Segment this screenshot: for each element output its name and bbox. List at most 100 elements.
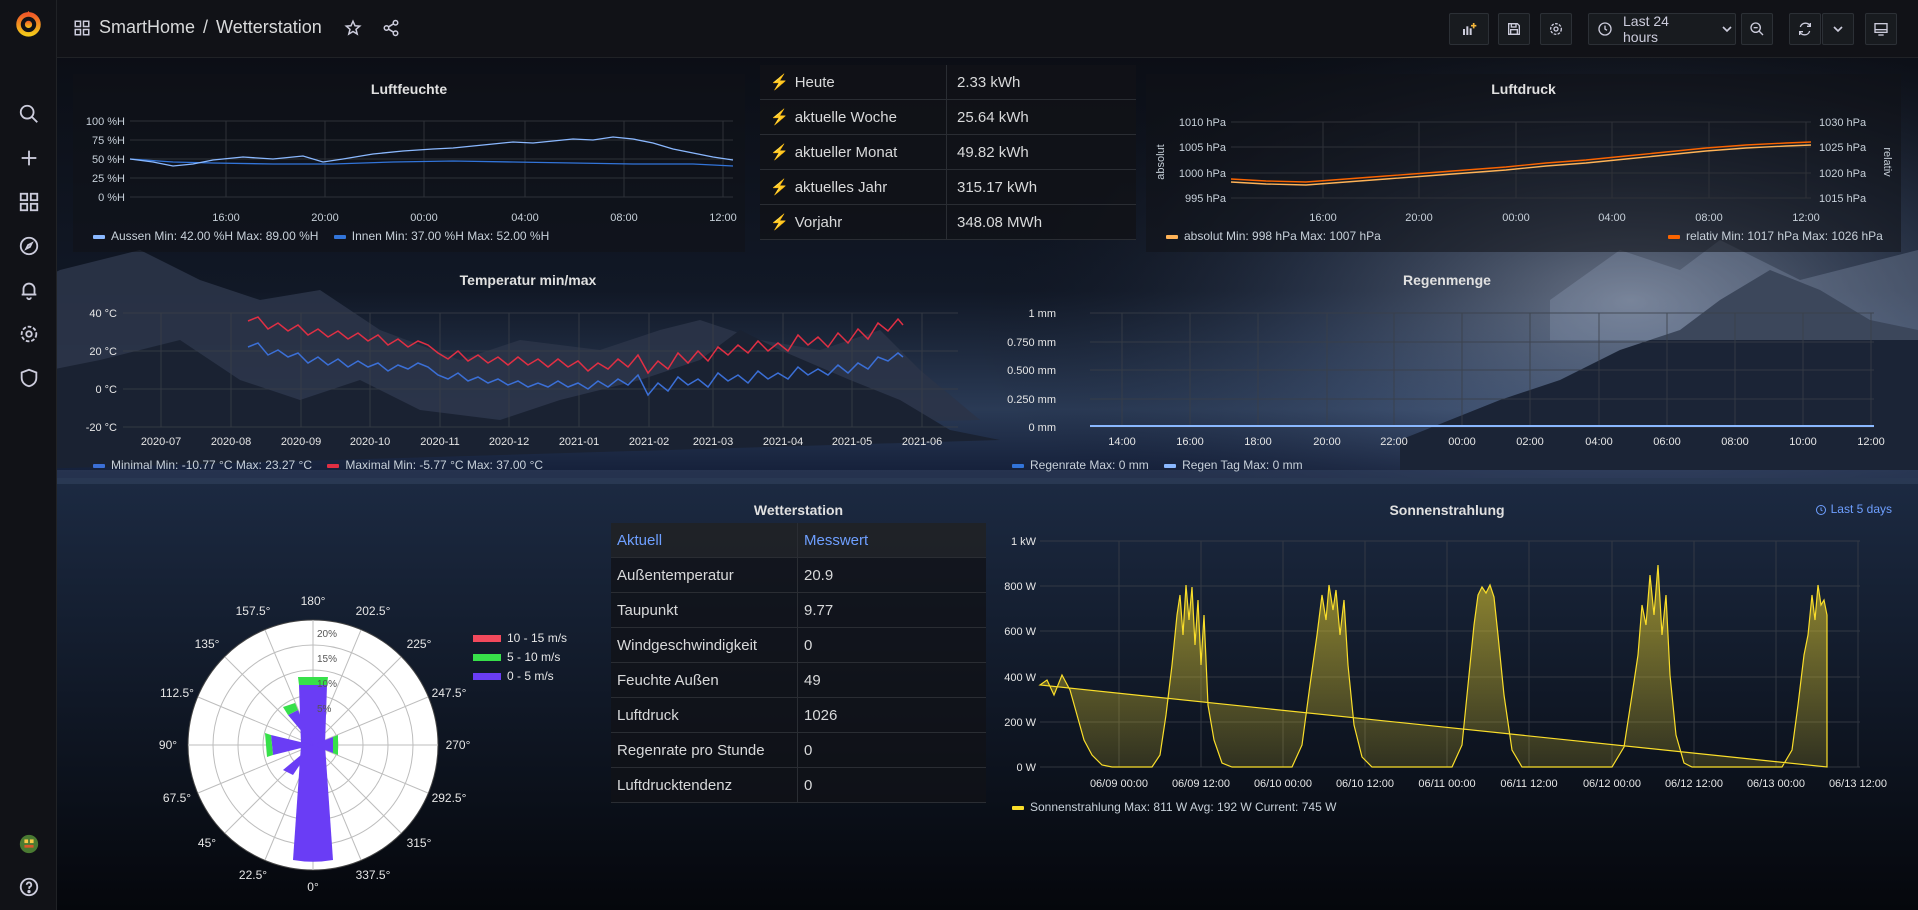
- solar-x-tick: 06/12 12:00: [1665, 778, 1723, 790]
- pressure-legend-absolut[interactable]: absolut Min: 998 hPa Max: 1007 hPa: [1166, 229, 1381, 243]
- windrose-direction-label: 292.5°: [432, 791, 467, 805]
- station-label: Regenrate pro Stunde: [617, 741, 765, 759]
- column-header[interactable]: Messwert: [797, 522, 986, 558]
- tv-mode-button[interactable]: [1865, 13, 1897, 45]
- humidity-y-tick: 0 %H: [98, 192, 125, 204]
- humidity-series-innen: [129, 158, 734, 167]
- pressure-y-left-tick: 1000 hPa: [1179, 168, 1227, 180]
- rain-x-tick: 02:00: [1516, 436, 1544, 448]
- configuration-icon[interactable]: [16, 321, 42, 347]
- rain-x-tick: 18:00: [1244, 436, 1272, 448]
- windrose-direction-label: 45°: [198, 836, 216, 850]
- legend-item-minimal[interactable]: Minimal Min: -10.77 °C Max: 23.27 °C: [93, 458, 312, 472]
- windrose-legend-label[interactable]: 5 - 10 m/s: [507, 650, 560, 664]
- solar-x-tick: 06/11 12:00: [1500, 778, 1557, 790]
- legend-item-regenrate[interactable]: Regenrate Max: 0 mm: [1012, 458, 1149, 472]
- solar-y-tick: 800 W: [1004, 581, 1036, 593]
- energy-label: aktueller Monat: [794, 144, 898, 161]
- legend-item-aussen[interactable]: Aussen Min: 42.00 %H Max: 89.00 %H: [93, 229, 318, 243]
- humidity-x-tick: 04:00: [511, 212, 539, 224]
- humidity-x-tick: 08:00: [610, 212, 638, 224]
- time-range-picker[interactable]: Last 24 hours: [1588, 13, 1736, 45]
- solar-x-tick: 06/13 12:00: [1829, 778, 1887, 790]
- dashboards-grid-icon[interactable]: [73, 19, 91, 37]
- windrose-legend-label[interactable]: 10 - 15 m/s: [507, 631, 567, 645]
- breadcrumb-folder[interactable]: SmartHome: [99, 17, 195, 38]
- windrose-ring-label: 20%: [317, 629, 337, 640]
- windrose-legend-swatch: [473, 635, 501, 642]
- chevron-down-icon: [1719, 21, 1735, 37]
- energy-label: Vorjahr: [794, 214, 843, 231]
- windrose-legend-swatch: [473, 673, 501, 680]
- table-row: ⚡ aktueller Monat 49.82 kWh: [760, 134, 1136, 170]
- pressure-panel-title[interactable]: Luftdruck: [1146, 74, 1901, 104]
- rain-x-tick: 00:00: [1448, 436, 1476, 448]
- time-range-label: Last 24 hours: [1623, 13, 1669, 45]
- windrose-ring-label: 10%: [317, 679, 337, 690]
- solar-time-override[interactable]: Last 5 days: [1815, 502, 1892, 516]
- column-header[interactable]: Aktuell: [611, 532, 797, 549]
- station-value: 0: [797, 767, 986, 803]
- solar-x-tick: 06/09 00:00: [1090, 778, 1148, 790]
- solar-panel-title[interactable]: Sonnenstrahlung: [992, 495, 1902, 525]
- rain-panel-title[interactable]: Regenmenge: [992, 265, 1902, 295]
- energy-label: aktuelles Jahr: [794, 179, 888, 196]
- legend-item-regen-tag[interactable]: Regen Tag Max: 0 mm: [1164, 458, 1303, 472]
- windrose-direction-label: 315°: [407, 836, 432, 850]
- pressure-y-left-tick: 1005 hPa: [1179, 142, 1227, 154]
- bolt-icon: ⚡: [770, 109, 789, 126]
- energy-value: 315.17 kWh: [946, 169, 1136, 205]
- solar-legend-item[interactable]: Sonnenstrahlung Max: 811 W Avg: 192 W Cu…: [1012, 800, 1336, 814]
- search-icon[interactable]: [16, 101, 42, 127]
- refresh-button[interactable]: [1789, 13, 1821, 45]
- save-dashboard-button[interactable]: [1498, 13, 1530, 45]
- help-icon[interactable]: [16, 874, 42, 900]
- star-icon[interactable]: [344, 18, 362, 37]
- windrose-direction-label: 0°: [307, 880, 319, 894]
- sidebar: [0, 0, 57, 910]
- dashboard-title[interactable]: Wetterstation: [216, 17, 322, 38]
- table-row: ⚡ aktuelles Jahr 315.17 kWh: [760, 169, 1136, 205]
- station-panel-title[interactable]: Wetterstation: [611, 495, 986, 525]
- legend-item-maximal[interactable]: Maximal Min: -5.77 °C Max: 37.00 °C: [327, 458, 543, 472]
- pressure-x-tick: 04:00: [1598, 212, 1626, 224]
- station-label: Feuchte Außen: [617, 671, 719, 689]
- dashboards-icon[interactable]: [16, 189, 42, 215]
- rain-x-tick: 22:00: [1380, 436, 1408, 448]
- user-avatar[interactable]: [16, 831, 42, 857]
- station-label: Außentemperatur: [617, 566, 734, 584]
- pressure-legend-relativ[interactable]: relativ Min: 1017 hPa Max: 1026 hPa: [1668, 229, 1883, 243]
- plus-icon[interactable]: [16, 145, 42, 171]
- alerting-icon[interactable]: [16, 277, 42, 303]
- windrose-direction-label: 112.5°: [160, 686, 194, 700]
- station-value: 0: [797, 732, 986, 768]
- pressure-y-left-tick: 995 hPa: [1185, 193, 1227, 205]
- windrose-direction-label: 90°: [159, 738, 177, 752]
- energy-value: 49.82 kWh: [946, 134, 1136, 170]
- station-label: Luftdrucktendenz: [617, 776, 733, 794]
- dashboard-settings-button[interactable]: [1540, 13, 1572, 45]
- temperature-x-tick: 2020-10: [350, 436, 390, 448]
- add-panel-button[interactable]: [1449, 13, 1489, 45]
- humidity-x-tick: 12:00: [709, 212, 737, 224]
- zoom-out-button[interactable]: [1741, 13, 1773, 45]
- pressure-panel: Luftdruck 1010 hPa 1005 hPa 1000 hPa 995…: [1146, 74, 1901, 252]
- windrose-direction-label: 67.5°: [163, 791, 191, 805]
- grafana-logo-icon[interactable]: [14, 9, 43, 38]
- windrose-legend-label[interactable]: 0 - 5 m/s: [507, 669, 554, 683]
- temperature-panel-title[interactable]: Temperatur min/max: [73, 265, 983, 295]
- humidity-x-tick: 00:00: [410, 212, 438, 224]
- explore-icon[interactable]: [16, 233, 42, 259]
- rain-panel: Regenmenge 1 mm 0.750 mm 0.500 mm 0.250 …: [992, 265, 1902, 480]
- humidity-panel-title[interactable]: Luftfeuchte: [73, 74, 745, 104]
- temperature-x-tick: 2020-11: [420, 436, 460, 448]
- bolt-icon: ⚡: [770, 144, 789, 161]
- pressure-x-tick: 16:00: [1309, 212, 1337, 224]
- share-icon[interactable]: [382, 19, 400, 37]
- windrose-direction-label: 225°: [407, 637, 432, 651]
- refresh-interval-dropdown[interactable]: [1822, 13, 1854, 45]
- legend-item-innen[interactable]: Innen Min: 37.00 %H Max: 52.00 %H: [333, 229, 549, 243]
- rain-x-tick: 14:00: [1108, 436, 1136, 448]
- shield-icon[interactable]: [16, 365, 42, 391]
- windrose-panel: 20% 15% 10% 5% 180° 202.5° 225° 247.5° 2…: [73, 495, 600, 900]
